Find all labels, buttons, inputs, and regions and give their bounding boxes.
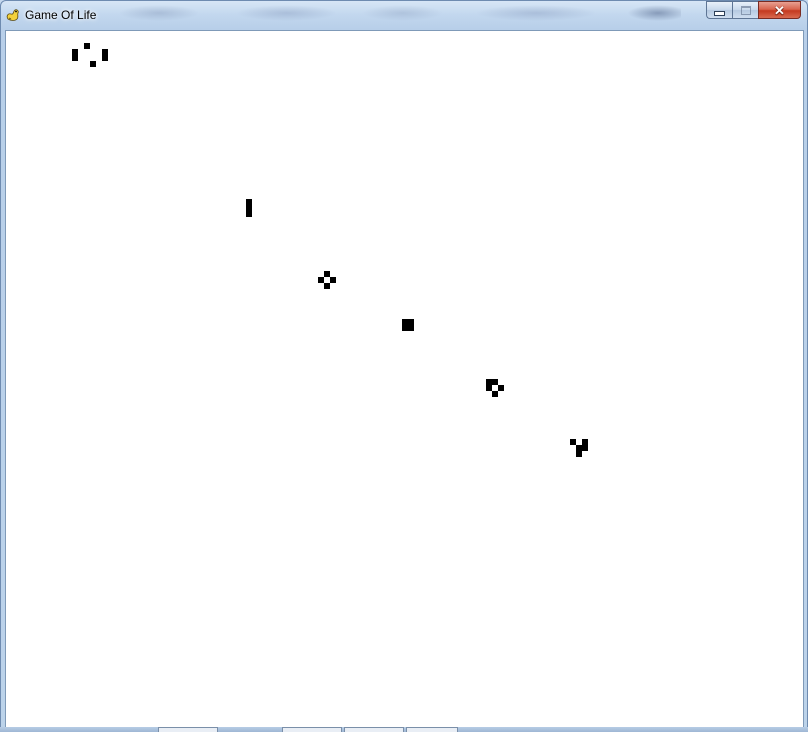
live-cell[interactable]: [402, 325, 408, 331]
live-cell[interactable]: [102, 55, 108, 61]
live-cell[interactable]: [492, 379, 498, 385]
app-window: Game Of Life ✕: [0, 0, 808, 732]
live-cell[interactable]: [408, 319, 414, 325]
live-cell[interactable]: [576, 451, 582, 457]
taskbar-button[interactable]: [344, 727, 404, 732]
taskbar-button[interactable]: [282, 727, 342, 732]
live-cell[interactable]: [318, 277, 324, 283]
live-cell[interactable]: [582, 439, 588, 445]
live-cell[interactable]: [72, 55, 78, 61]
minimize-button[interactable]: [706, 1, 732, 19]
minimize-icon: [714, 10, 725, 16]
caption-buttons: ✕: [706, 1, 801, 20]
live-cell[interactable]: [486, 379, 492, 385]
live-cell[interactable]: [84, 43, 90, 49]
live-cell[interactable]: [246, 199, 252, 205]
live-cell[interactable]: [408, 325, 414, 331]
maximize-icon: [740, 5, 751, 15]
close-button[interactable]: ✕: [758, 1, 801, 19]
live-cell[interactable]: [72, 49, 78, 55]
game-board[interactable]: [5, 30, 804, 728]
window-title: Game Of Life: [25, 8, 97, 22]
taskbar-strip: [0, 727, 808, 732]
live-cell[interactable]: [486, 385, 492, 391]
live-cell[interactable]: [582, 445, 588, 451]
live-cell[interactable]: [402, 319, 408, 325]
live-cell[interactable]: [102, 49, 108, 55]
close-icon: ✕: [774, 2, 785, 18]
live-cell[interactable]: [246, 211, 252, 217]
live-cell[interactable]: [324, 283, 330, 289]
maximize-button: [732, 1, 758, 19]
live-cell[interactable]: [492, 391, 498, 397]
live-cell[interactable]: [330, 277, 336, 283]
pygame-snake-icon[interactable]: [5, 7, 21, 23]
live-cell[interactable]: [324, 271, 330, 277]
taskbar-button[interactable]: [406, 727, 458, 732]
live-cell[interactable]: [570, 439, 576, 445]
taskbar-button[interactable]: [158, 727, 218, 732]
live-cell[interactable]: [90, 61, 96, 67]
live-cell[interactable]: [576, 445, 582, 451]
titlebar-glass: [101, 3, 681, 23]
live-cell[interactable]: [498, 385, 504, 391]
live-cell[interactable]: [246, 205, 252, 211]
cell-grid: [72, 43, 588, 457]
